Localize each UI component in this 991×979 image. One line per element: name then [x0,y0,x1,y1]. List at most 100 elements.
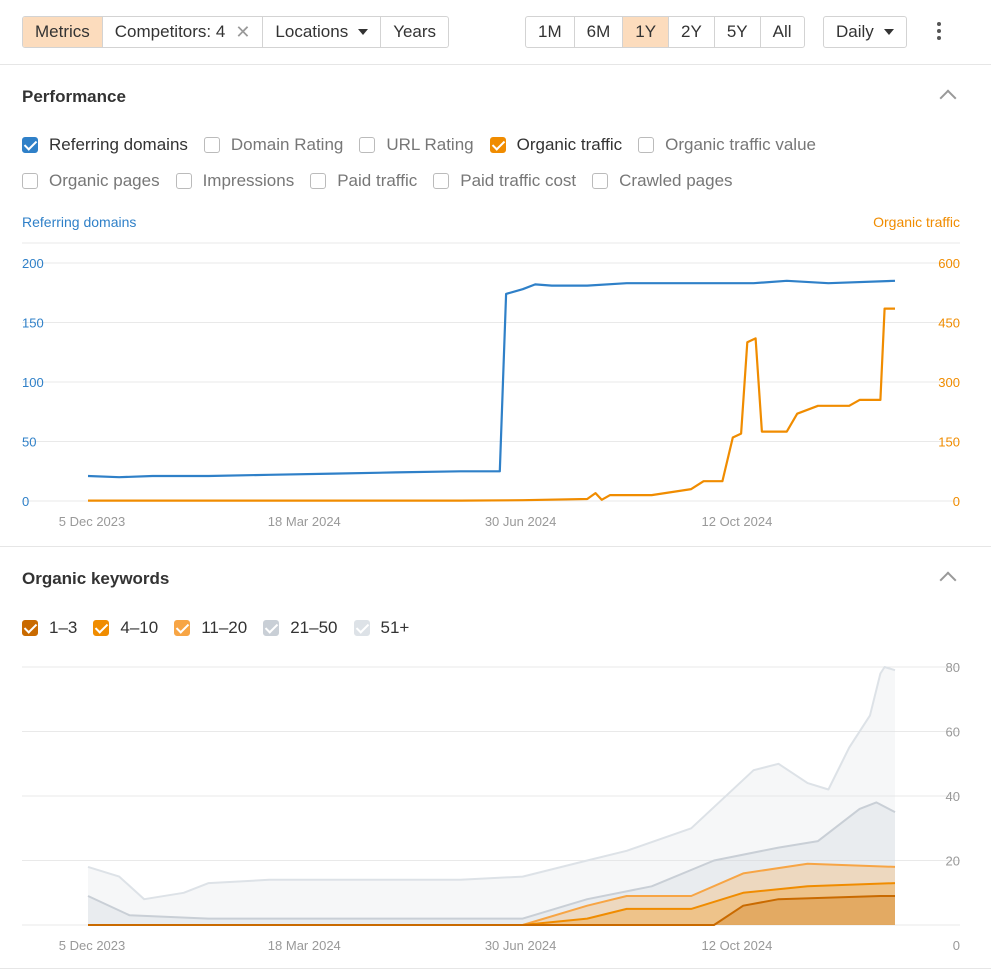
section-divider [0,968,991,969]
checkbox-checked-icon [489,137,506,153]
y-axis-tick: 40 [946,789,960,804]
range-button-1y[interactable]: 1Y [623,17,670,47]
position-checkboxes: 1–3 4–10 11–20 21–50 51+ [22,618,425,638]
collapse-chevron-icon[interactable] [939,89,957,107]
checkbox-impressions[interactable]: Impressions [175,171,295,191]
checkbox-empty-icon [175,173,192,189]
right-axis-tick: 300 [938,375,960,390]
x-axis-tick: 5 Dec 2023 [59,514,126,529]
competitors-button[interactable]: Competitors: 4 ✕ [103,17,264,47]
interval-group: Daily [823,16,907,48]
checkbox-label: 11–20 [201,618,248,637]
range-button-6m[interactable]: 6M [575,17,624,47]
right-axis-tick: 450 [938,316,960,331]
toolbar: Metrics Competitors: 4 ✕ Locations Years … [0,0,991,65]
organic-keywords-chart[interactable]: 0 20 40 60 80 5 Dec 2023 18 Mar 2024 30 Jun 202… [0,657,991,957]
checkbox-label: Domain Rating [230,135,344,154]
checkbox-label: Paid traffic cost [460,171,577,190]
checkbox-checked-icon [22,620,38,636]
checkbox-label: Organic pages [49,171,160,190]
checkbox-empty-icon [203,137,220,153]
checkbox-organic-traffic-value[interactable]: Organic traffic value [638,135,816,155]
checkbox-label: Referring domains [49,135,188,154]
checkbox-21-50[interactable]: 21–50 [263,618,338,638]
years-button[interactable]: Years [381,17,448,47]
interval-dropdown[interactable]: Daily [824,17,906,47]
range-button-all[interactable]: All [761,17,804,47]
checkbox-checked-icon [263,620,280,636]
y-axis-tick: 60 [946,725,960,740]
organic-keywords-section: Organic keywords 1–3 4–10 11–20 21–50 51+ 0 2… [0,547,991,967]
checkbox-11-20[interactable]: 11–20 [174,618,247,638]
checkbox-checked-icon [353,620,370,636]
checkbox-organic-pages[interactable]: Organic pages [22,171,160,191]
range-selector: 1M 6M 1Y 2Y 5Y All [525,16,805,48]
x-axis-tick: 12 Oct 2024 [702,514,773,529]
checkbox-empty-icon [592,173,609,189]
left-axis-tick: 50 [22,435,36,450]
checkbox-crawled-pages[interactable]: Crawled pages [592,171,733,191]
checkbox-label: Crawled pages [619,171,733,190]
metric-checkboxes-row1: Referring domains Domain Rating URL Rating… [22,135,832,155]
checkbox-checked-icon [22,137,38,153]
y-axis-tick: 20 [946,854,960,869]
checkbox-empty-icon [638,137,655,153]
series-line-referring-domains[interactable] [87,279,896,479]
checkbox-label: Organic traffic value [665,135,816,154]
checkbox-organic-traffic[interactable]: Organic traffic [489,135,623,155]
checkbox-empty-icon [433,173,450,189]
left-axis-tick: 100 [22,375,44,390]
checkbox-referring-domains[interactable]: Referring domains [22,135,188,155]
x-axis-tick: 5 Dec 2023 [59,938,126,953]
checkbox-empty-icon [359,137,376,153]
checkbox-label: Paid traffic [337,171,418,190]
checkbox-url-rating[interactable]: URL Rating [359,135,474,155]
right-axis-tick: 600 [938,256,960,271]
performance-chart[interactable]: 0 50 100 150 200 0 150 300 450 600 5 Dec 2023 18 Ma… [0,235,991,545]
y-axis-tick: 0 [953,938,960,953]
caret-down-icon [358,29,369,35]
checkbox-empty-icon [310,173,327,189]
checkbox-paid-traffic-cost[interactable]: Paid traffic cost [433,171,576,191]
performance-title: Performance [22,87,126,106]
metrics-button[interactable]: Metrics [23,17,103,47]
checkbox-label: 1–3 [49,618,78,637]
checkbox-label: URL Rating [386,135,474,154]
checkbox-label: Organic traffic [516,135,623,154]
checkbox-checked-icon [174,620,191,636]
x-axis-tick: 30 Jun 2024 [485,514,557,529]
x-axis-tick: 12 Oct 2024 [702,938,773,953]
x-axis-tick: 18 Mar 2024 [268,514,341,529]
checkbox-label: 4–10 [120,618,159,637]
checkbox-paid-traffic[interactable]: Paid traffic [310,171,417,191]
checkbox-51-[interactable]: 51+ [353,618,410,638]
right-axis-title: Organic traffic [873,214,960,230]
checkbox-empty-icon [22,173,38,189]
checkbox-1-3[interactable]: 1–3 [22,618,77,638]
caret-down-icon [883,29,894,35]
checkbox-checked-icon [93,620,110,636]
collapse-chevron-icon[interactable] [939,571,957,589]
organic-keywords-title: Organic keywords [22,569,170,588]
left-axis-tick: 200 [22,256,44,271]
metrics-label: Metrics [35,22,90,41]
left-axis-title: Referring domains [22,214,137,230]
performance-section: Performance Referring domains Domain Rati… [0,65,991,546]
x-axis-tick: 30 Jun 2024 [485,938,557,953]
right-axis-tick: 0 [953,494,960,509]
close-icon[interactable]: ✕ [235,17,250,47]
checkbox-domain-rating[interactable]: Domain Rating [203,135,344,155]
more-options-icon[interactable] [934,22,944,42]
checkbox-label: 51+ [380,618,410,637]
range-button-1m[interactable]: 1M [526,17,575,47]
range-button-5y[interactable]: 5Y [715,17,761,47]
range-button-2y[interactable]: 2Y [669,17,715,47]
locations-label: Locations [275,22,349,41]
locations-dropdown[interactable]: Locations [263,17,382,47]
checkbox-4-10[interactable]: 4–10 [93,618,158,638]
filter-group: Metrics Competitors: 4 ✕ Locations Years [22,16,450,48]
years-label: Years [393,22,437,41]
checkbox-label: 21–50 [290,618,338,637]
x-axis-tick: 18 Mar 2024 [268,938,341,953]
checkbox-label: Impressions [202,171,295,190]
